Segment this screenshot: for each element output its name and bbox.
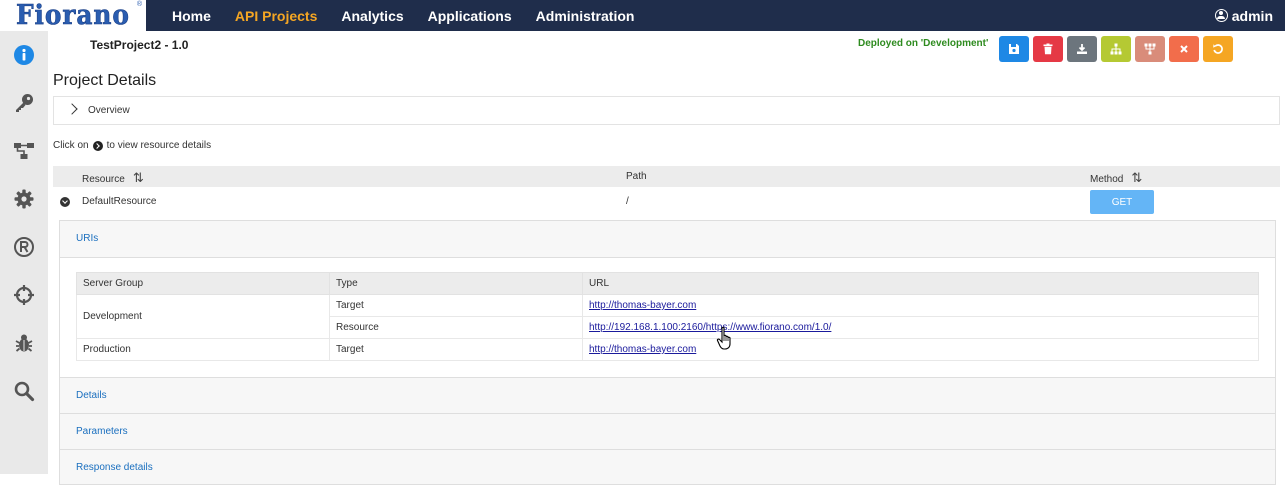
col-path: Path [626, 171, 647, 182]
uris-tab[interactable]: URIs [76, 233, 98, 244]
url-cell: http://192.168.1.100:2160/https://www.fi… [582, 316, 1259, 339]
sort-icon[interactable]: ⇅ [133, 170, 144, 186]
resource-table-header: Resource ⇅ Path Method ⇅ [53, 166, 1280, 187]
close-icon [1180, 45, 1188, 53]
download-icon [1077, 44, 1087, 54]
resource-name: DefaultResource [82, 196, 157, 207]
type-cell: Target [329, 338, 583, 361]
col-method[interactable]: Method ⇅ [1090, 170, 1142, 187]
sidebar-registered[interactable] [0, 227, 48, 267]
col-resource-label: Resource [82, 173, 125, 185]
gear-icon [14, 189, 34, 209]
project-title: TestProject2 - 1.0 [90, 38, 189, 52]
undeploy-button[interactable] [1135, 36, 1165, 62]
user-menu[interactable]: admin [1214, 0, 1273, 31]
server-group-cell: Production [76, 338, 330, 361]
sidebar-info[interactable] [0, 35, 48, 75]
undo-icon [1213, 44, 1223, 54]
save-icon [1009, 44, 1019, 54]
logo-text: Fiorano [16, 0, 130, 31]
crosshair-icon [14, 285, 34, 305]
logo-registered-mark: ® [136, 1, 142, 8]
bug-icon [15, 334, 33, 352]
registered-icon [14, 237, 34, 257]
url-link[interactable]: http://thomas-bayer.com [589, 300, 696, 311]
reset-button[interactable] [1203, 36, 1233, 62]
user-name: admin [1231, 7, 1273, 24]
uris-body: Server Group Type URL Development Target… [60, 257, 1275, 377]
sitemap-down-icon [1144, 43, 1156, 55]
url-cell: http://thomas-bayer.com [582, 294, 1259, 317]
expand-circle-icon [92, 140, 103, 151]
fiorano-logo[interactable]: Fiorano ® [0, 0, 146, 31]
col-server-group: Server Group [76, 272, 330, 295]
nav-administration[interactable]: Administration [536, 8, 635, 24]
page-title: Project Details [53, 72, 157, 89]
delete-button[interactable] [1033, 36, 1063, 62]
overview-accordion[interactable]: Overview [53, 96, 1280, 125]
type-cell: Target [329, 294, 583, 317]
left-sidebar [0, 31, 48, 474]
sidebar-search[interactable] [0, 371, 48, 411]
sidebar-settings[interactable] [0, 179, 48, 219]
type-cell: Resource [329, 316, 583, 339]
table-row: Production Target http://thomas-bayer.co… [76, 338, 1259, 361]
download-button[interactable] [1067, 36, 1097, 62]
col-type: Type [329, 272, 583, 295]
sidebar-flows[interactable] [0, 131, 48, 171]
response-details-tab[interactable]: Response details [76, 462, 153, 473]
uri-table: Server Group Type URL Development Target… [76, 272, 1259, 361]
resource-path: / [626, 196, 629, 207]
flow-icon [14, 143, 34, 159]
parameters-tab[interactable]: Parameters [76, 426, 128, 437]
table-row: Development Target http://thomas-bayer.c… [76, 294, 1259, 339]
details-tab[interactable]: Details [76, 390, 107, 401]
sidebar-debug[interactable] [0, 323, 48, 363]
info-icon [14, 45, 34, 65]
save-button[interactable] [999, 36, 1029, 62]
url-link[interactable]: http://192.168.1.100:2160/https://www.fi… [589, 322, 831, 333]
hint-text-after: to view resource details [106, 140, 212, 151]
col-resource[interactable]: Resource ⇅ [82, 170, 144, 187]
sidebar-target[interactable] [0, 275, 48, 315]
url-link[interactable]: http://thomas-bayer.com [589, 344, 696, 355]
resource-hint: Click on to view resource details [53, 140, 211, 151]
hint-text-before: Click on [53, 140, 89, 151]
top-navbar: Fiorano ® Home API Projects Analytics Ap… [0, 0, 1285, 31]
resource-detail-panel: URIs Server Group Type URL Development T… [59, 220, 1276, 485]
chevron-right-icon [66, 103, 78, 115]
sort-icon[interactable]: ⇅ [1131, 170, 1142, 186]
collapse-circle-icon[interactable] [60, 197, 70, 207]
main-nav: Home API Projects Analytics Applications… [160, 0, 646, 31]
sitemap-icon [1110, 43, 1122, 55]
close-button[interactable] [1169, 36, 1199, 62]
divider [60, 413, 1275, 414]
hand-cursor-icon [716, 326, 731, 350]
deployed-status: Deployed on 'Development' [858, 38, 989, 49]
nav-applications[interactable]: Applications [428, 8, 512, 24]
sidebar-keys[interactable] [0, 83, 48, 123]
divider [60, 377, 1275, 378]
nav-api-projects[interactable]: API Projects [235, 8, 317, 24]
overview-label: Overview [88, 105, 130, 116]
search-icon [14, 381, 35, 402]
nav-home[interactable]: Home [172, 8, 211, 24]
key-icon [16, 94, 33, 112]
project-toolbar [999, 36, 1237, 62]
url-cell: http://thomas-bayer.com [582, 338, 1259, 361]
col-path-label: Path [626, 171, 647, 182]
trash-icon [1043, 43, 1053, 55]
divider [60, 449, 1275, 450]
deploy-button[interactable] [1101, 36, 1131, 62]
uri-table-header: Server Group Type URL [76, 272, 1259, 295]
user-circle-icon [1214, 9, 1228, 22]
method-get-button[interactable]: GET [1090, 190, 1154, 214]
col-method-label: Method [1090, 173, 1124, 185]
server-group-cell: Development [76, 294, 330, 339]
col-url: URL [582, 272, 1259, 295]
nav-analytics[interactable]: Analytics [341, 8, 403, 24]
